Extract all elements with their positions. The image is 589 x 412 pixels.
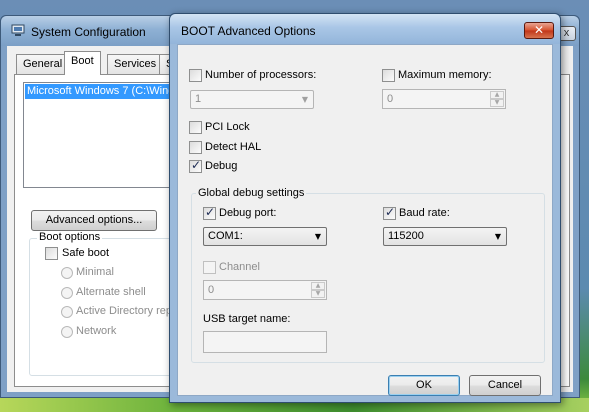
cancel-button[interactable]: Cancel xyxy=(469,375,541,396)
debug-port-value: COM1: xyxy=(208,230,243,242)
dialog-titlebar[interactable]: BOOT Advanced Options ✕ xyxy=(170,14,560,44)
close-button[interactable]: ✕ xyxy=(524,22,554,39)
baud-rate-label: Baud rate: xyxy=(399,207,450,219)
safe-boot-checkbox[interactable] xyxy=(45,247,58,260)
chevron-down-icon: ▼ xyxy=(494,232,501,241)
pci-lock-label: PCI Lock xyxy=(205,121,250,133)
usb-target-name-field[interactable] xyxy=(203,331,327,353)
boot-advanced-options-dialog: BOOT Advanced Options ✕ Number of proces… xyxy=(169,13,561,403)
boot-entry-list[interactable]: Microsoft Windows 7 (C:\Windows) xyxy=(23,82,183,188)
maximum-memory-label: Maximum memory: xyxy=(398,69,492,81)
alternate-shell-label: Alternate shell xyxy=(76,286,146,298)
maximum-memory-stepper[interactable]: 0 ▲ ▼ xyxy=(382,89,506,109)
pci-lock-checkbox[interactable] xyxy=(189,121,202,134)
detect-hal-checkbox[interactable] xyxy=(189,141,202,154)
spin-buttons: ▲ ▼ xyxy=(490,91,504,107)
radio-minimal[interactable] xyxy=(61,267,73,279)
channel-checkbox[interactable] xyxy=(203,261,216,274)
active-directory-repair-label: Active Directory repair xyxy=(76,305,185,317)
channel-stepper[interactable]: 0 ▲ ▼ xyxy=(203,280,327,300)
advanced-options-button[interactable]: Advanced options... xyxy=(31,210,157,231)
chevron-down-icon: ▼ xyxy=(314,232,321,241)
detect-hal-label: Detect HAL xyxy=(205,141,262,153)
maximum-memory-checkbox[interactable] xyxy=(382,69,395,82)
debug-port-label: Debug port: xyxy=(219,207,277,219)
baud-rate-select[interactable]: 115200 ▼ xyxy=(383,227,507,246)
dialog-title: BOOT Advanced Options xyxy=(181,24,316,38)
baud-rate-checkbox[interactable] xyxy=(383,205,396,220)
network-label: Network xyxy=(76,325,117,337)
tab-boot[interactable]: Boot xyxy=(64,51,101,75)
number-of-processors-value: 1 xyxy=(195,93,202,105)
spin-buttons: ▲ ▼ xyxy=(311,282,325,298)
maximum-memory-value: 0 xyxy=(387,93,394,105)
debug-port-checkbox[interactable] xyxy=(203,205,216,220)
system-config-icon xyxy=(11,24,25,36)
boot-options-title: Boot options xyxy=(37,231,103,243)
number-of-processors-select[interactable]: 1 ▼ xyxy=(190,90,314,109)
safe-boot-label: Safe boot xyxy=(62,247,110,259)
minimal-label: Minimal xyxy=(76,266,114,278)
spin-up-icon[interactable]: ▲ xyxy=(490,91,504,99)
spin-down-icon[interactable]: ▼ xyxy=(311,290,325,298)
radio-active-directory-repair[interactable] xyxy=(61,306,73,318)
debug-label: Debug xyxy=(205,160,238,172)
system-configuration-title: System Configuration xyxy=(31,25,146,39)
radio-network[interactable] xyxy=(61,326,73,338)
number-of-processors-checkbox[interactable] xyxy=(189,69,202,82)
dialog-body: Number of processors: 1 ▼ Maximum memory… xyxy=(177,44,553,396)
debug-checkbox[interactable] xyxy=(189,158,202,173)
channel-value: 0 xyxy=(208,284,215,296)
number-of-processors-label: Number of processors: xyxy=(205,69,317,81)
tab-services[interactable]: Services xyxy=(107,54,164,74)
global-debug-settings-title: Global debug settings xyxy=(196,187,307,199)
close-icon: ✕ xyxy=(533,23,545,37)
ok-button[interactable]: OK xyxy=(388,375,460,396)
debug-port-select[interactable]: COM1: ▼ xyxy=(203,227,327,246)
radio-alternate-shell[interactable] xyxy=(61,287,73,299)
spin-up-icon[interactable]: ▲ xyxy=(311,282,325,290)
spin-down-icon[interactable]: ▼ xyxy=(490,99,504,107)
usb-target-name-label: USB target name: xyxy=(203,313,291,325)
list-item[interactable]: Microsoft Windows 7 (C:\Windows) xyxy=(25,84,182,99)
channel-label: Channel xyxy=(219,261,260,273)
baud-rate-value: 115200 xyxy=(388,230,424,242)
chevron-down-icon: ▼ xyxy=(301,95,308,104)
tab-general[interactable]: General xyxy=(16,54,70,74)
